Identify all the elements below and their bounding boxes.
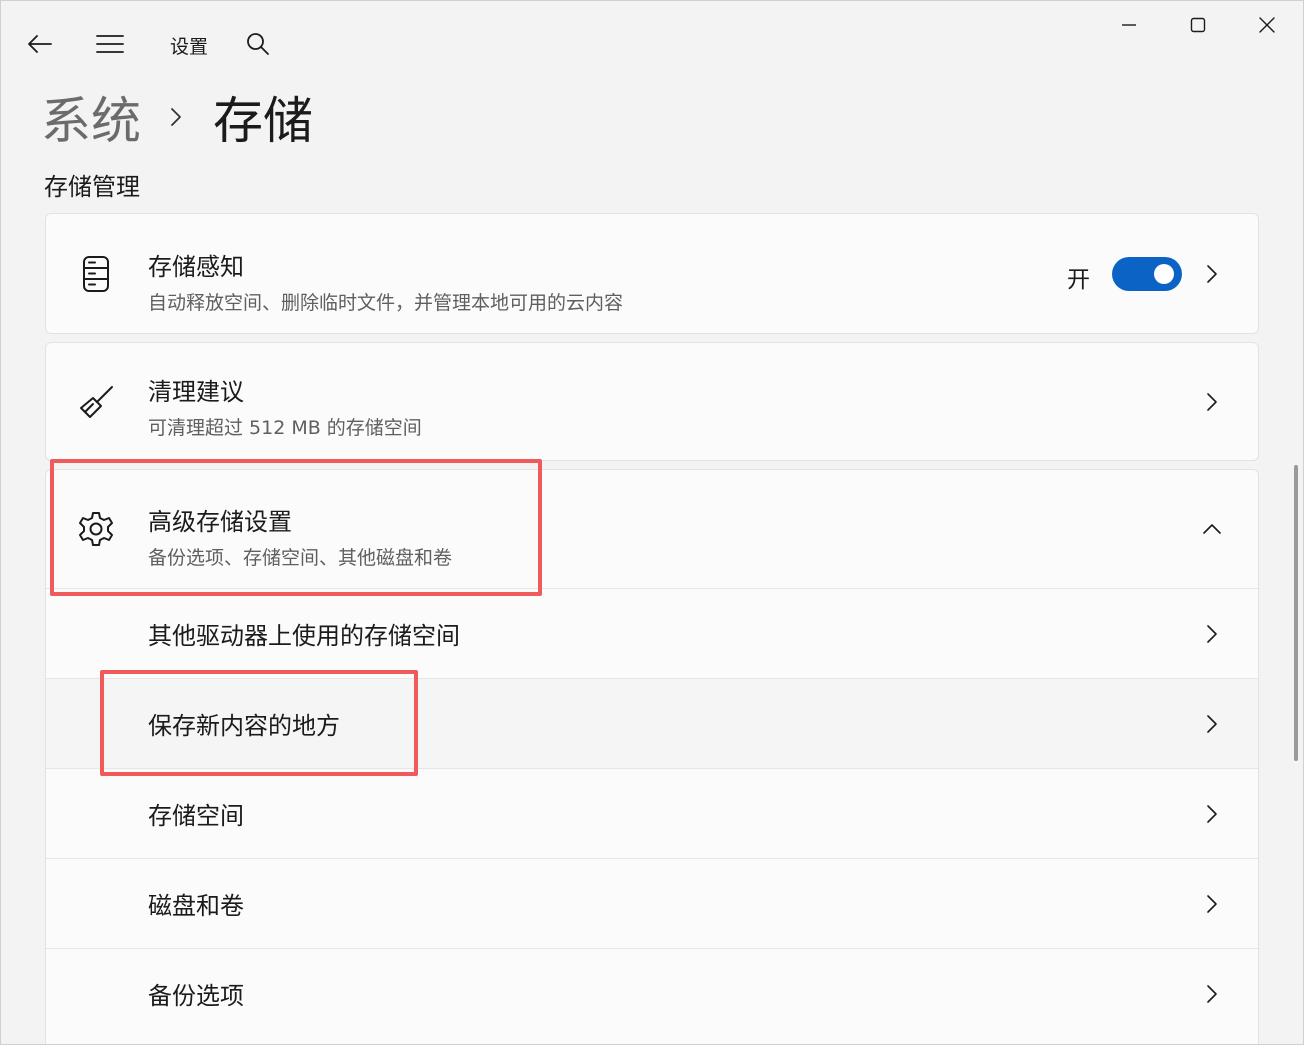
advanced-storage-subtitle: 备份选项、存储空间、其他磁盘和卷 [148,547,453,569]
maximize-button[interactable] [1174,9,1222,41]
breadcrumb: 系统 存储 [41,81,313,153]
toggle-knob [1154,264,1174,284]
chevron-up-icon[interactable] [1200,517,1224,541]
navigation-menu-button[interactable] [93,27,127,61]
advanced-storage-header[interactable]: 高级存储设置 备份选项、存储空间、其他磁盘和卷 [46,470,1258,588]
disks-volumes-label: 磁盘和卷 [148,892,244,920]
chevron-right-icon [1200,622,1224,646]
close-button[interactable] [1243,9,1291,41]
cleanup-subtitle: 可清理超过 512 MB 的存储空间 [148,417,422,439]
breadcrumb-parent[interactable]: 系统 [41,81,141,153]
cleanup-title: 清理建议 [148,378,244,406]
other-drives-storage-label: 其他驱动器上使用的存储空间 [148,622,460,650]
title-bar: 设置 [1,1,1303,85]
chevron-right-icon [1200,712,1224,736]
backup-options-label: 备份选项 [148,982,244,1010]
arrow-left-icon [28,35,52,53]
cleanup-row[interactable]: 清理建议 可清理超过 512 MB 的存储空间 [46,343,1258,460]
scrollbar-thumb[interactable] [1294,465,1298,761]
search-button[interactable] [241,27,275,61]
storage-spaces-label: 存储空间 [148,802,244,830]
app-title: 设置 [170,36,209,58]
minimize-icon [1122,24,1136,26]
chevron-right-icon [1200,802,1224,826]
advanced-storage-card: 高级存储设置 备份选项、存储空间、其他磁盘和卷 其他驱动器上使用的存储空间 保存… [45,469,1259,1044]
settings-window: 设置 系统 存储 存储管理 存储感知 自动释放空间、删除临时文件，并管理本地可用… [0,0,1304,1045]
storage-sense-row[interactable]: 存储感知 自动释放空间、删除临时文件，并管理本地可用的云内容 开 [46,214,1258,333]
section-title: 存储管理 [44,173,140,201]
broom-icon [76,383,116,423]
chevron-right-icon [1200,262,1224,286]
storage-sense-card: 存储感知 自动释放空间、删除临时文件，并管理本地可用的云内容 开 [45,213,1259,334]
storage-sense-subtitle: 自动释放空间、删除临时文件，并管理本地可用的云内容 [148,292,624,314]
close-icon [1259,17,1275,33]
back-button[interactable] [23,27,57,61]
advanced-storage-title: 高级存储设置 [148,508,292,536]
page-title: 存储 [213,92,313,150]
gear-icon [76,509,116,549]
storage-spaces-item[interactable]: 存储空间 [46,768,1258,858]
storage-sense-text: 存储感知 自动释放空间、删除临时文件，并管理本地可用的云内容 [148,247,623,315]
cleanup-text: 清理建议 可清理超过 512 MB 的存储空间 [148,372,422,440]
save-locations-item[interactable]: 保存新内容的地方 [46,678,1258,768]
cleanup-card: 清理建议 可清理超过 512 MB 的存储空间 [45,342,1259,461]
storage-drive-icon [76,254,116,294]
chevron-right-icon [1200,390,1224,414]
chevron-right-icon [1200,982,1224,1006]
other-drives-storage-item[interactable]: 其他驱动器上使用的存储空间 [46,588,1258,678]
minimize-button[interactable] [1105,9,1153,41]
advanced-storage-text: 高级存储设置 备份选项、存储空间、其他磁盘和卷 [148,502,452,570]
hamburger-icon [96,35,124,53]
disks-volumes-item[interactable]: 磁盘和卷 [46,858,1258,948]
chevron-right-icon [1200,892,1224,916]
toggle-state-label: 开 [1067,267,1090,293]
storage-sense-toggle[interactable] [1112,257,1182,291]
save-locations-label: 保存新内容的地方 [148,712,340,740]
chevron-right-icon [169,106,183,128]
storage-sense-title: 存储感知 [148,253,244,281]
backup-options-item[interactable]: 备份选项 [46,948,1258,1038]
maximize-icon [1190,17,1206,33]
search-icon [247,33,269,55]
